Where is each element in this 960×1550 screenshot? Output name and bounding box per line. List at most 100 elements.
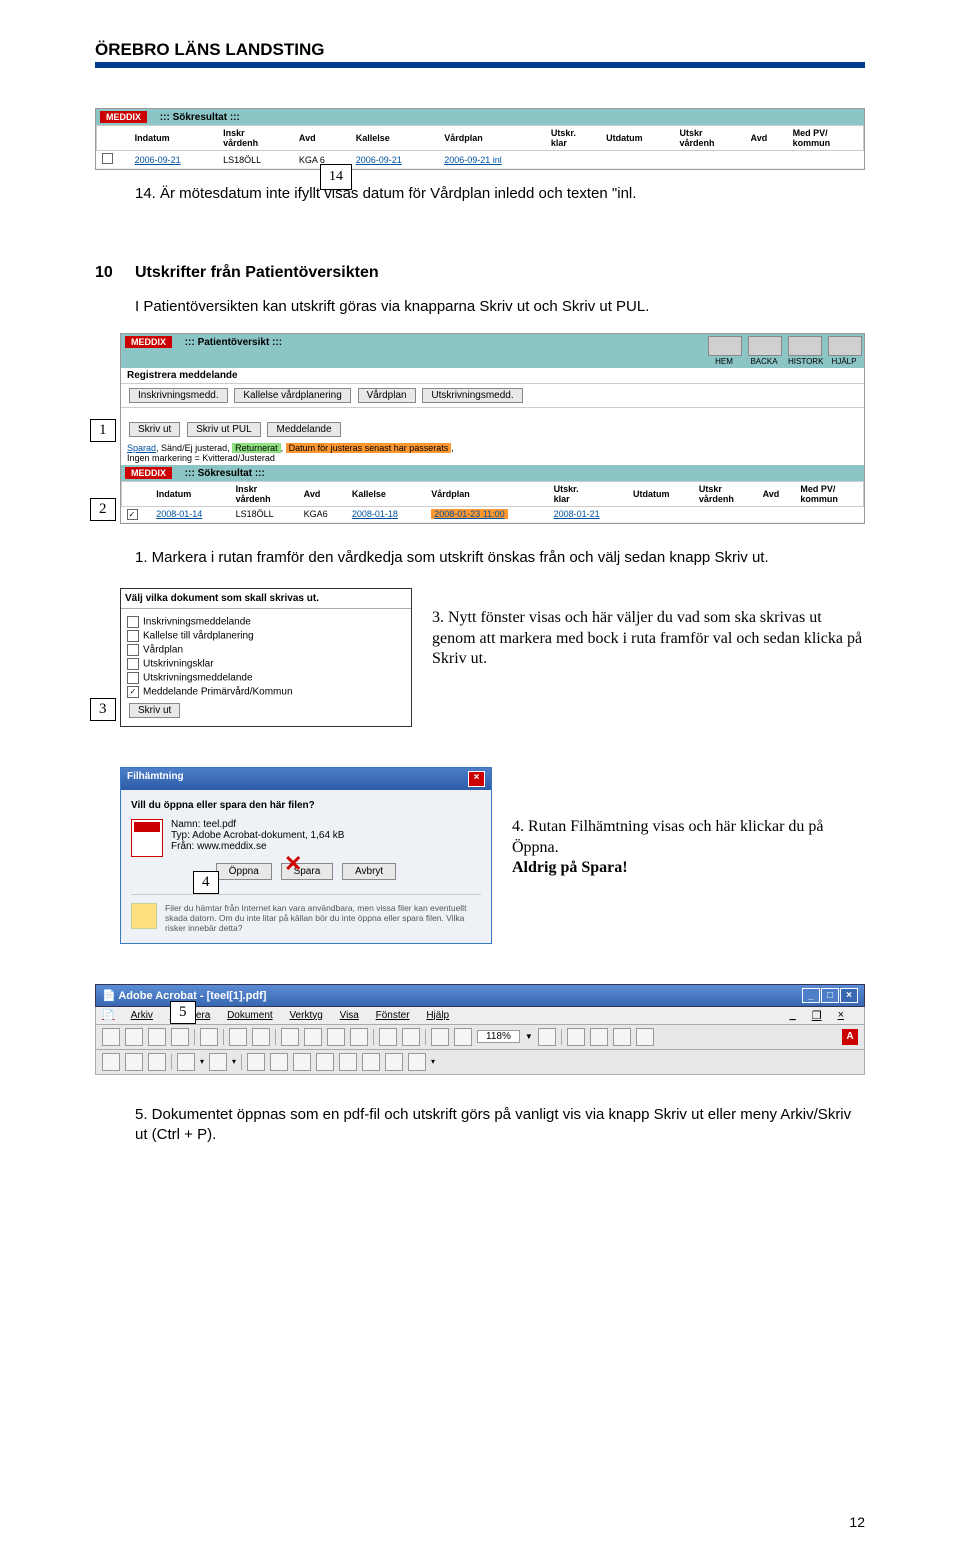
cancel-button[interactable]: Avbryt [342,863,396,880]
tab-utskrivning[interactable]: Utskrivningsmedd. [422,388,522,403]
zoom-field[interactable]: 118% [477,1030,520,1043]
note-icon[interactable] [209,1053,227,1071]
checkbox-option[interactable]: Utskrivningsmeddelande [127,671,405,685]
page-icon[interactable] [252,1028,270,1046]
close-icon[interactable]: × [840,988,858,1003]
section-10-intro: I Patientöversikten kan utskrift göras v… [135,297,865,317]
file-dl-question: Vill du öppna eller spara den här filen? [131,800,481,811]
dialog-skriv-ut-button[interactable]: Skriv ut [129,703,180,718]
sokresult-panel: MEDDIX ::: Sökresultat ::: Indatum Inskr… [95,108,865,170]
fit-icon[interactable] [538,1028,556,1046]
view2-icon[interactable] [590,1028,608,1046]
red-x-icon: ✕ [284,851,302,877]
menu-verktyg[interactable]: Verktyg [289,1010,322,1021]
inner-restore-icon[interactable]: ❐ [812,1009,822,1022]
form-icon[interactable] [408,1053,426,1071]
zoom-in-icon[interactable] [454,1028,472,1046]
table-header-row: Indatum Inskr vårdenh Avd Kallelse Vårdp… [122,481,864,506]
print-dialog: Välj vilka dokument som skall skrivas ut… [120,588,412,727]
stamp-icon[interactable] [385,1053,403,1071]
org-name: ÖREBRO LÄNS LANDSTING [95,40,865,68]
inner-min-icon[interactable]: _ [790,1009,796,1022]
last-page-icon[interactable] [350,1028,368,1046]
nav-icons: HEM BACKA HISTORK HJÄLP [708,336,860,366]
patientoversikt-title: ::: Patientöversikt ::: [175,337,282,348]
step-1-text: 1. Markera i rutan framför den vårdkedja… [135,548,865,568]
link-icon[interactable] [362,1053,380,1071]
pencil-icon[interactable] [247,1053,265,1071]
step-3-text: 3. Nytt fönster visas och här väljer du … [432,588,865,670]
view3-icon[interactable] [613,1028,631,1046]
close-icon[interactable]: × [468,771,485,787]
help-icon[interactable] [828,336,862,356]
acrobat-toolbar-1: 118% ▼ A [95,1025,865,1050]
save-icon[interactable] [125,1028,143,1046]
checkbox-option[interactable]: Inskrivningsmeddelande [127,615,405,629]
line-icon[interactable] [293,1053,311,1071]
meddelande-button[interactable]: Meddelande [267,422,340,437]
callout-5: 5 [170,1001,196,1024]
callout-4: 4 [193,871,219,894]
print-dialog-title: Välj vilka dokument som skall skrivas ut… [121,589,411,609]
skriv-ut-button[interactable]: Skriv ut [129,422,180,437]
select-icon[interactable] [148,1053,166,1071]
minimize-icon[interactable]: _ [802,988,820,1003]
camera-icon[interactable] [229,1028,247,1046]
find-icon[interactable] [200,1028,218,1046]
forward-icon[interactable] [402,1028,420,1046]
zoom-tool-icon[interactable] [125,1053,143,1071]
zoom-out-icon[interactable] [431,1028,449,1046]
checkbox-option[interactable]: ✓Meddelande Primärvård/Kommun [127,685,405,699]
view1-icon[interactable] [567,1028,585,1046]
menu-dokument[interactable]: Dokument [227,1010,273,1021]
print-icon[interactable] [148,1028,166,1046]
tab-kallelse[interactable]: Kallelse vårdplanering [234,388,350,403]
callout-2: 2 [90,498,116,521]
file-download-dialog: Filhämtning × Vill du öppna eller spara … [120,767,492,944]
callout-14: 14 [320,164,352,190]
status-legend: Sparad, Sänd/Ej justerad, Returnerat, Da… [121,441,864,465]
menu-visa[interactable]: Visa [340,1010,359,1021]
acrobat-toolbar-2: ▾ ▾ ▾ [95,1050,865,1075]
prev-page-icon[interactable] [304,1028,322,1046]
first-page-icon[interactable] [281,1028,299,1046]
table-row[interactable]: ✓ 2008-01-14 LS18ÖLL KGA6 2008-01-18 200… [122,506,864,522]
checkbox-option[interactable]: Utskrivningsklar [127,657,405,671]
table-row[interactable]: 2006-09-21 LS18ÖLL KGA 6 2006-09-21 2006… [97,151,864,169]
inner-close-icon[interactable]: × [838,1009,844,1022]
maximize-icon[interactable]: □ [821,988,839,1003]
acrobat-window: 📄 Adobe Acrobat - [teel[1].pdf] _□× 📄 Ar… [95,984,865,1075]
adobe-logo-icon: A [842,1029,858,1045]
page-number: 12 [849,1514,865,1530]
menu-fonster[interactable]: Fönster [376,1010,410,1021]
highlight-icon[interactable] [270,1053,288,1071]
sokresultat-title: ::: Sökresultat ::: [150,112,240,123]
checkbox-option[interactable]: Vårdplan [127,643,405,657]
home-icon[interactable] [708,336,742,356]
step-5-text: 5. Dokumentet öppnas som en pdf-fil och … [135,1105,865,1146]
back-icon[interactable] [748,336,782,356]
callout-3: 3 [90,698,116,721]
file-dl-title: Filhämtning [127,771,184,787]
crop-icon[interactable] [339,1053,357,1071]
history-icon[interactable] [788,336,822,356]
back-icon[interactable] [379,1028,397,1046]
hand-icon[interactable] [102,1053,120,1071]
menu-hjalp[interactable]: Hjälp [426,1010,449,1021]
text-tool-icon[interactable] [177,1053,195,1071]
window-controls: _□× [801,988,858,1003]
meddix-logo: MEDDIX [125,467,172,479]
rect-icon[interactable] [316,1053,334,1071]
open-button[interactable]: Öppna [216,863,272,880]
doc-header: ÖREBRO LÄNS LANDSTING [95,40,865,68]
checkbox-option[interactable]: Kallelse till vårdplanering [127,629,405,643]
tab-vardplan[interactable]: Vårdplan [358,388,416,403]
skriv-ut-pul-button[interactable]: Skriv ut PUL [187,422,261,437]
next-page-icon[interactable] [327,1028,345,1046]
meddix-logo: MEDDIX [125,336,172,348]
mail-icon[interactable] [171,1028,189,1046]
view4-icon[interactable] [636,1028,654,1046]
tab-inskrivning[interactable]: Inskrivningsmedd. [129,388,228,403]
menu-arkiv[interactable]: Arkiv [131,1010,153,1021]
open-icon[interactable] [102,1028,120,1046]
